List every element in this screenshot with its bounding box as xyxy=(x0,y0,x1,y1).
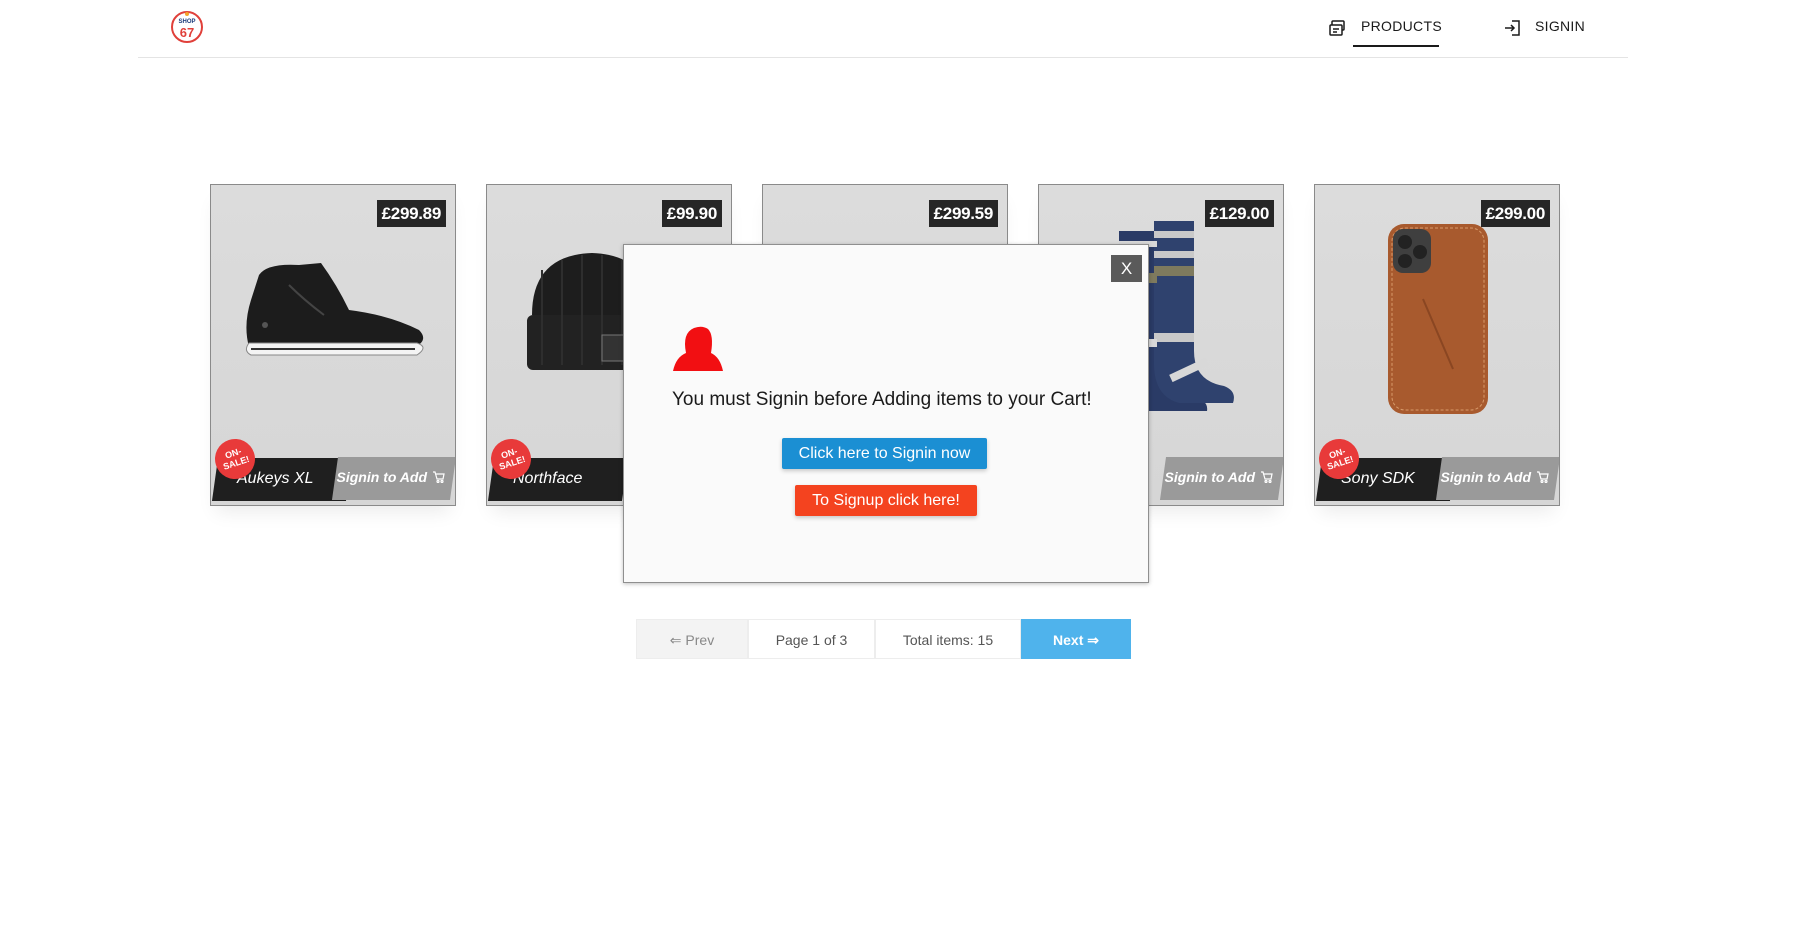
pagination: ⇐ Prev Page 1 of 3 Total items: 15 Next … xyxy=(636,619,1131,659)
svg-text:67: 67 xyxy=(180,25,194,40)
price-tag: £299.00 xyxy=(1480,200,1550,227)
product-card[interactable]: £299.00 Sony SDK Signin to Add ON-SALE! xyxy=(1314,184,1560,506)
phone-case-image xyxy=(1388,224,1488,414)
signup-button[interactable]: To Signup click here! xyxy=(795,485,977,516)
signin-icon xyxy=(1505,20,1520,36)
price-tag: £299.59 xyxy=(928,200,998,227)
nav-signin[interactable]: SIGNIN xyxy=(1503,18,1585,48)
product-card[interactable]: £299.89 Aukeys XL Signin to Add ON-SALE! xyxy=(210,184,456,506)
cart-icon xyxy=(433,471,445,483)
products-icon xyxy=(1329,20,1345,36)
sneaker-image xyxy=(245,263,424,356)
top-nav-bar: SHOP 67 PRODUCTS SIGNIN xyxy=(138,0,1628,58)
close-modal-button[interactable]: X xyxy=(1111,255,1142,282)
shop-logo[interactable]: SHOP 67 xyxy=(170,10,204,44)
page-indicator: Page 1 of 3 xyxy=(748,619,875,659)
signin-to-add-button[interactable]: Signin to Add xyxy=(1441,469,1549,485)
next-page-button[interactable]: Next ⇒ xyxy=(1021,619,1131,659)
nav-products-label: PRODUCTS xyxy=(1361,18,1442,34)
nav-signin-label: SIGNIN xyxy=(1535,18,1586,34)
signin-now-button[interactable]: Click here to Signin now xyxy=(782,438,987,469)
price-tag: £129.00 xyxy=(1204,200,1274,227)
cart-icon xyxy=(1537,471,1549,483)
signin-required-message: You must Signin before Adding items to y… xyxy=(672,389,1092,410)
signin-to-add-button[interactable]: Signin to Add xyxy=(337,469,445,485)
prev-page-button[interactable]: ⇐ Prev xyxy=(636,619,748,659)
cart-icon xyxy=(1261,471,1273,483)
nav-products[interactable]: PRODUCTS xyxy=(1329,18,1442,48)
total-items-count: Total items: 15 xyxy=(875,619,1021,659)
price-tag: £99.90 xyxy=(661,200,722,227)
price-tag: £299.89 xyxy=(376,200,446,227)
active-tab-underline xyxy=(1353,45,1439,47)
user-silhouette-icon xyxy=(673,326,723,371)
signin-to-add-button[interactable]: Signin to Add xyxy=(1165,469,1273,485)
signin-required-modal: X You must Signin before Adding items to… xyxy=(623,244,1149,583)
